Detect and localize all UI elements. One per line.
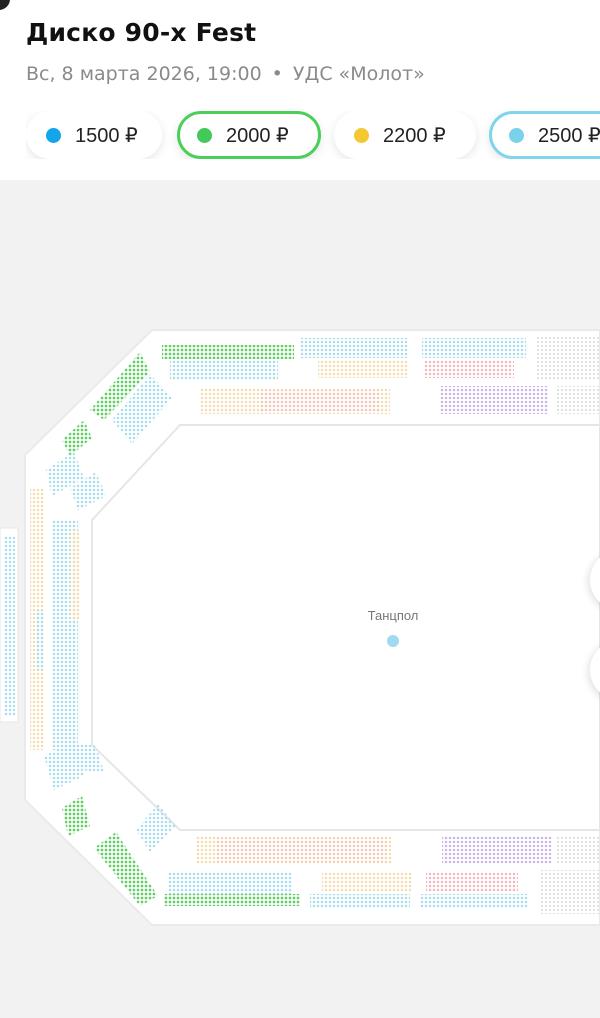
sector-left-beige-inner[interactable] [70,530,80,620]
sector-top-green[interactable] [162,345,294,359]
price-dot-icon [197,127,212,143]
event-venue: УДС «Молот» [292,63,425,85]
price-chip-1500[interactable]: 1500 ₽ [26,111,162,159]
seating-map[interactable]: Танцпол [0,180,600,1014]
sector-top-pink[interactable] [424,360,514,378]
price-dot-icon [354,127,369,143]
price-filter-chips: 1500 ₽ 2000 ₽ 2200 ₽ 2500 ₽ [26,111,600,159]
sector-bottom-gray-2[interactable] [540,870,600,914]
price-chip-2200[interactable]: 2200 ₽ [334,111,476,159]
dance-floor-label: Танцпол [368,608,419,623]
sector-top-row-pink[interactable] [260,390,380,412]
sector-top-lavender[interactable] [440,386,548,414]
dance-floor-dot[interactable] [387,635,399,647]
sector-bottom-pink[interactable] [426,872,518,892]
sector-left-blue-outer[interactable] [36,610,44,670]
sector-bottom-blue-mid[interactable] [310,894,410,908]
event-subtitle: Вс, 8 марта 2026, 19:00 • УДС «Молот» [26,63,425,85]
hall-svg[interactable]: Танцпол [0,180,600,1014]
sector-bottom-blue-left[interactable] [168,872,292,894]
sector-top-gray[interactable] [536,336,600,380]
sector-top-blue-left[interactable] [170,360,278,380]
sector-top-gray-2[interactable] [556,386,600,414]
sector-bottom-row-pink[interactable] [216,838,386,862]
left-section-seats[interactable] [3,536,15,716]
event-title: Диско 90-х Fest [26,18,257,47]
sector-bottom-beige[interactable] [322,872,412,892]
sector-bottom-lavender[interactable] [442,836,552,864]
sector-top-blue-mid[interactable] [300,338,408,358]
arena-floor [91,424,600,831]
sector-bottom-gray[interactable] [556,836,600,864]
price-dot-icon [509,127,524,143]
back-button[interactable] [0,0,10,10]
price-chip-label: 2000 ₽ [226,124,289,147]
price-chip-2500[interactable]: 2500 ₽ [489,111,600,159]
price-chip-label: 2200 ₽ [383,124,446,147]
event-date: Вс, 8 марта 2026, 19:00 [26,63,262,85]
separator: • [271,63,283,85]
sector-bottom-green[interactable] [164,894,300,906]
sector-top-beige[interactable] [318,360,408,378]
sector-top-blue-right[interactable] [422,338,526,358]
event-header: Диско 90-х Fest Вс, 8 марта 2026, 19:00 •… [0,0,600,180]
price-dot-icon [46,127,61,143]
price-chip-label: 1500 ₽ [75,124,138,147]
price-chip-label: 2500 ₽ [538,124,600,147]
price-chip-2000[interactable]: 2000 ₽ [177,111,321,159]
sector-bottom-blue-right[interactable] [420,894,528,908]
